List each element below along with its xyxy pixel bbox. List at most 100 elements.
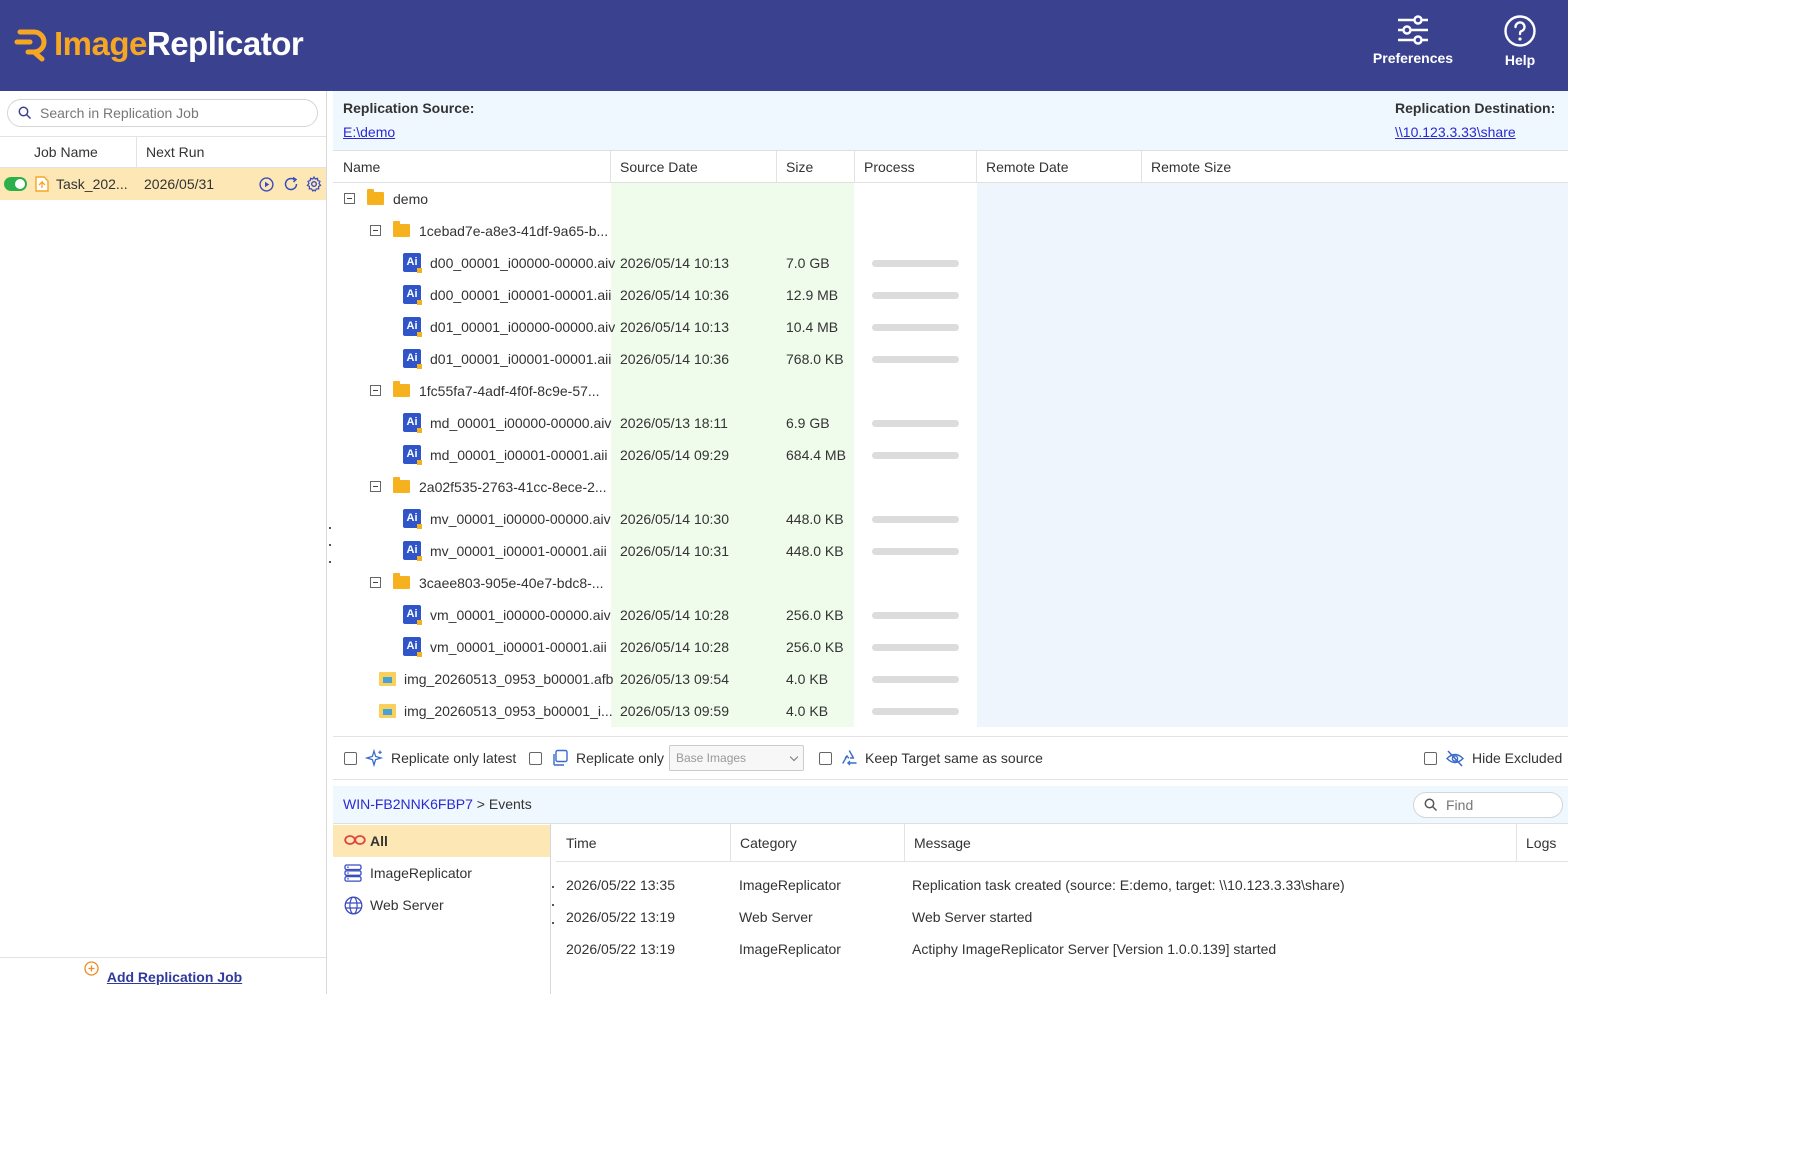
help-button[interactable]: Help <box>1496 14 1544 76</box>
progress-bar <box>872 452 959 459</box>
filter-item-imagereplicator[interactable]: ImageReplicator <box>333 857 550 889</box>
event-message: Replication task created (source: E:demo… <box>912 877 1345 893</box>
job-name-column-header[interactable]: Job Name <box>34 144 98 160</box>
replicate-only-select[interactable]: Base Images <box>669 745 804 771</box>
event-category: ImageReplicator <box>739 941 841 957</box>
file-name: vm_00001_i00001-00001.aii <box>430 639 607 655</box>
next-run-column-header[interactable]: Next Run <box>146 144 204 160</box>
job-search-box <box>7 99 318 127</box>
replication-destination-link[interactable]: \\10.123.3.33\share <box>1395 124 1516 140</box>
image-file-icon: Ai <box>403 349 422 369</box>
preferences-button[interactable]: Preferences <box>1370 14 1456 76</box>
file-row[interactable]: Ai mv_00001_i00001-00001.aii 2026/05/14 10… <box>333 535 1568 567</box>
column-divider[interactable] <box>1516 824 1517 861</box>
file-size: 256.0 KB <box>786 639 844 655</box>
hide-excluded-label: Hide Excluded <box>1472 750 1563 766</box>
time-column-header[interactable]: Time <box>566 835 597 851</box>
event-category: Web Server <box>739 909 813 925</box>
replicate-only-checkbox[interactable] <box>529 752 542 765</box>
hide-excluded-checkbox[interactable] <box>1424 752 1437 765</box>
filter-item-all[interactable]: All <box>333 825 550 857</box>
filter-item-web-server[interactable]: Web Server <box>333 889 550 921</box>
find-input[interactable] <box>1446 797 1556 813</box>
progress-bar <box>872 644 959 651</box>
breadcrumb-host-link[interactable]: WIN-FB2NNK6FBP7 <box>343 796 473 812</box>
splitter-handle[interactable] <box>552 886 554 888</box>
folder-row[interactable]: demo <box>333 183 1568 215</box>
run-icon[interactable] <box>259 177 274 192</box>
job-search-input[interactable] <box>40 103 310 123</box>
splitter-handle[interactable] <box>329 527 331 529</box>
file-row[interactable]: Ai md_00001_i00001-00001.aii 2026/05/14 09… <box>333 439 1568 471</box>
file-row[interactable]: Ai d01_00001_i00001-00001.aii 2026/05/14 1… <box>333 343 1568 375</box>
event-row[interactable]: 2026/05/22 13:19 Web Server Web Server sta… <box>556 900 1568 932</box>
folder-row[interactable]: 2a02f535-2763-41cc-8ece-2... <box>333 471 1568 503</box>
help-label: Help <box>1504 52 1536 68</box>
file-row[interactable]: Ai d00_00001_i00001-00001.aii 2026/05/14 1… <box>333 279 1568 311</box>
image-file-icon: Ai <box>403 605 422 625</box>
collapse-toggle[interactable] <box>370 225 381 236</box>
job-enabled-toggle[interactable] <box>4 177 27 191</box>
collapse-toggle[interactable] <box>370 385 381 396</box>
file-row[interactable]: Ai vm_00001_i00000-00000.aiv 2026/05/14 10… <box>333 599 1568 631</box>
file-row[interactable]: Ai md_00001_i00000-00000.aiv 2026/05/13 18… <box>333 407 1568 439</box>
remote-size-column-header[interactable]: Remote Size <box>1151 159 1231 175</box>
replication-source-link[interactable]: E:\demo <box>343 124 395 140</box>
event-time: 2026/05/22 13:19 <box>566 909 675 925</box>
collapse-toggle[interactable] <box>370 577 381 588</box>
category-column-header[interactable]: Category <box>740 835 797 851</box>
progress-bar <box>872 676 959 683</box>
column-divider[interactable] <box>1141 151 1142 182</box>
process-column-header[interactable]: Process <box>864 159 915 175</box>
folder-row[interactable]: 3caee803-905e-40e7-bdc8-... <box>333 567 1568 599</box>
file-row[interactable]: Ai vm_00001_i00001-00001.aii 2026/05/14 10… <box>333 631 1568 663</box>
file-size: 4.0 KB <box>786 703 829 719</box>
file-row[interactable]: Ai d01_00001_i00000-00000.aiv 2026/05/14 1… <box>333 311 1568 343</box>
column-divider[interactable] <box>730 824 731 861</box>
source-date-column-header[interactable]: Source Date <box>620 159 698 175</box>
replicate-latest-checkbox[interactable] <box>344 752 357 765</box>
file-row[interactable]: img_20260513_0953_b00001.afb 2026/05/13 0… <box>333 663 1568 695</box>
remote-date-column-header[interactable]: Remote Date <box>986 159 1068 175</box>
file-name: 1fc55fa7-4adf-4f0f-8c9e-57... <box>419 383 600 399</box>
file-row[interactable]: Ai mv_00001_i00000-00000.aiv 2026/05/14 10… <box>333 503 1568 535</box>
image-file-icon: Ai <box>403 253 422 273</box>
collapse-toggle[interactable] <box>370 481 381 492</box>
column-divider[interactable] <box>976 151 977 182</box>
event-time: 2026/05/22 13:35 <box>566 877 675 893</box>
column-divider[interactable] <box>854 151 855 182</box>
splitter-handle[interactable] <box>552 922 554 924</box>
refresh-icon[interactable] <box>283 176 299 192</box>
progress-bar <box>872 516 959 523</box>
progress-bar <box>872 356 959 363</box>
folder-row[interactable]: 1cebad7e-a8e3-41df-9a65-b... <box>333 215 1568 247</box>
add-replication-job-link[interactable]: Add Replication Job <box>107 969 242 985</box>
source-date: 2026/05/14 10:28 <box>620 607 729 623</box>
splitter-handle[interactable] <box>329 561 331 563</box>
event-table: Time Category Message Logs 2026/05/22 13… <box>556 824 1568 994</box>
add-circle-icon[interactable] <box>84 961 99 976</box>
image-file-icon: Ai <box>403 509 422 529</box>
splitter-handle[interactable] <box>552 904 554 906</box>
add-job-bar: Add Replication Job <box>0 957 326 994</box>
event-row[interactable]: 2026/05/22 13:19 ImageReplicator Actiphy I… <box>556 932 1568 964</box>
gear-icon[interactable] <box>306 176 322 192</box>
column-divider[interactable] <box>904 824 905 861</box>
size-column-header[interactable]: Size <box>786 159 813 175</box>
collapse-toggle[interactable] <box>344 193 355 204</box>
keep-target-checkbox[interactable] <box>819 752 832 765</box>
source-date: 2026/05/13 09:59 <box>620 703 729 719</box>
column-divider[interactable] <box>776 151 777 182</box>
job-row[interactable]: Task_202... 2026/05/31 <box>0 168 326 200</box>
folder-row[interactable]: 1fc55fa7-4adf-4f0f-8c9e-57... <box>333 375 1568 407</box>
event-row[interactable]: 2026/05/22 13:35 ImageReplicator Replicati… <box>556 868 1568 900</box>
file-row[interactable]: img_20260513_0953_b00001_i... 2026/05/13 … <box>333 695 1568 727</box>
splitter-handle[interactable] <box>329 544 331 546</box>
column-divider[interactable] <box>610 151 611 182</box>
logs-column-header[interactable]: Logs <box>1526 835 1556 851</box>
sync-icon <box>842 750 857 766</box>
message-column-header[interactable]: Message <box>914 835 971 851</box>
name-column-header[interactable]: Name <box>343 159 380 175</box>
progress-bar <box>872 708 959 715</box>
file-row[interactable]: Ai d00_00001_i00000-00000.aiv 2026/05/14 1… <box>333 247 1568 279</box>
